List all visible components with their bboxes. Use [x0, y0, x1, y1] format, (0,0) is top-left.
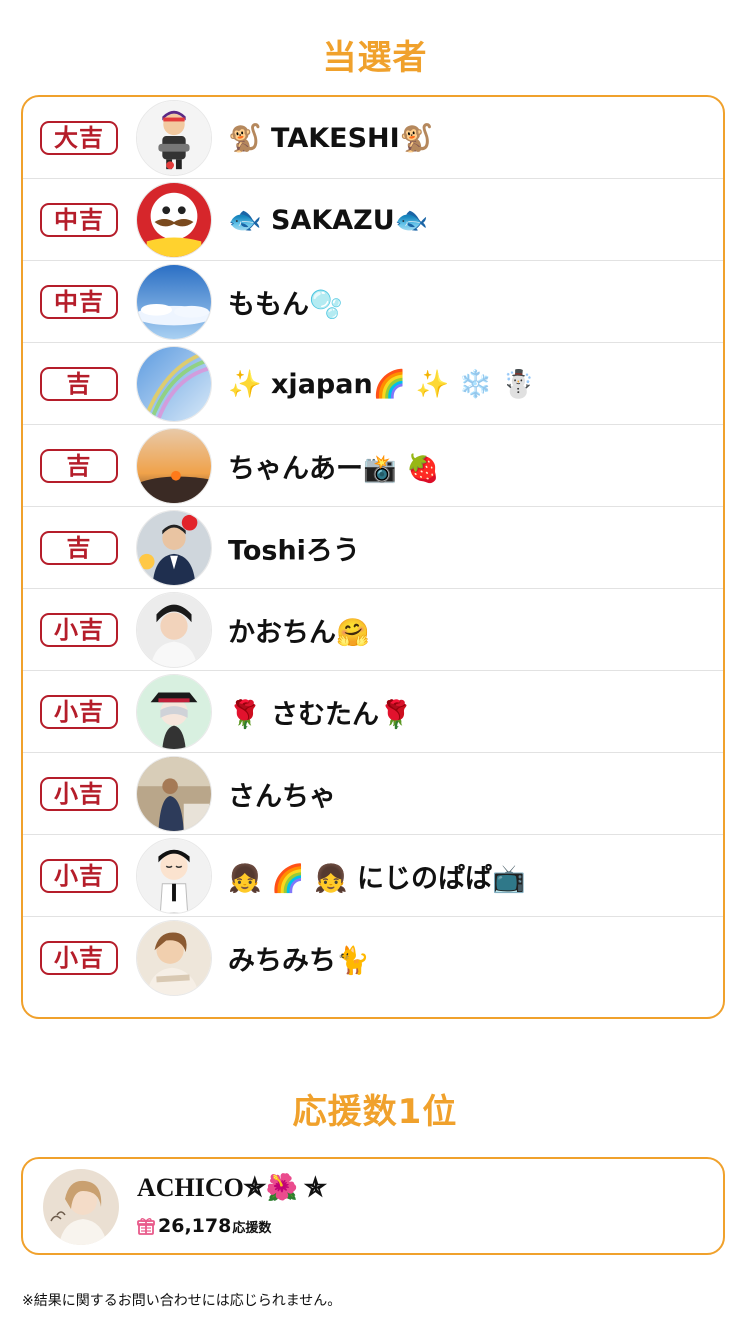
avatar[interactable] — [136, 509, 212, 586]
winner-name: みちみち🐈 — [228, 945, 370, 977]
winner-row[interactable]: 中吉 ももん🫧 — [23, 261, 723, 343]
winner-row[interactable]: 吉 Toshiろう — [23, 507, 723, 589]
rank-badge: 中吉 — [40, 284, 118, 319]
rank-badge: 中吉 — [40, 202, 118, 237]
winner-row[interactable]: 吉 ちゃんあー📸 🍓 — [23, 425, 723, 507]
winner-row[interactable]: 小吉 👧 🌈 👧 にじのぱぱ📺 — [23, 835, 723, 917]
support-count: 26,178 — [158, 1215, 232, 1237]
winner-name: 🐟 SAKAZU🐟 — [228, 204, 429, 236]
winner-name: 🌹 さむたん🌹 — [228, 699, 413, 730]
winner-name: ももん🫧 — [228, 289, 343, 320]
winner-row[interactable]: 小吉 さんちゃ — [23, 753, 723, 835]
support-unit: 応援数 — [232, 1220, 272, 1236]
winner-row[interactable]: 小吉 かおちん🤗 — [23, 589, 723, 671]
rank-badge: 小吉 — [40, 694, 118, 729]
rank-badge: 小吉 — [40, 941, 118, 975]
winner-name: 👧 🌈 👧 にじのぱぱ📺 — [228, 863, 526, 894]
avatar[interactable] — [136, 99, 212, 176]
gift-icon — [137, 1218, 155, 1235]
avatar[interactable] — [136, 345, 212, 422]
winner-name: 🐒 TAKESHI🐒 — [228, 122, 434, 154]
rank-badge: 吉 — [40, 448, 118, 483]
rank-badge: 小吉 — [40, 776, 118, 811]
avatar[interactable] — [136, 181, 212, 258]
winner-row[interactable]: 小吉 🌹 さむたん🌹 — [23, 671, 723, 753]
winner-name: ✨ xjapan🌈 ✨ ❄️ ☃️ — [228, 368, 536, 400]
winners-title: 当選者 — [322, 38, 428, 78]
rank-badge: 小吉 — [40, 612, 118, 647]
avatar[interactable] — [136, 427, 212, 504]
winners-list: 大吉 🐒 TAKESHI🐒 中吉 🐟 SAKAZU🐟 中吉 ももん🫧 吉 ✨ x… — [21, 95, 725, 1019]
support-count-row: 26,178 応援数 — [137, 1215, 271, 1237]
winner-name: かおちん🤗 — [228, 617, 370, 648]
winner-name: ちゃんあー📸 🍓 — [228, 453, 440, 484]
winner-row[interactable]: 大吉 🐒 TAKESHI🐒 — [23, 97, 723, 179]
rank-badge: 大吉 — [40, 120, 118, 155]
rank-badge: 吉 — [40, 366, 118, 401]
lottery-results-page: 当選者 大吉 🐒 TAKESHI🐒 中吉 🐟 SAKAZU🐟 中吉 ももん🫧 吉 — [0, 0, 750, 1334]
supporter-name: ACHICO✯🌺 ✯ — [137, 1173, 327, 1202]
winner-name: さんちゃ — [228, 781, 336, 812]
avatar[interactable] — [136, 755, 212, 832]
winner-row[interactable]: 吉 ✨ xjapan🌈 ✨ ❄️ ☃️ — [23, 343, 723, 425]
winner-name: Toshiろう — [228, 535, 360, 566]
avatar[interactable] — [136, 920, 212, 996]
avatar[interactable] — [136, 591, 212, 668]
avatar[interactable] — [136, 837, 212, 914]
winner-row[interactable]: 小吉 みちみち🐈 — [23, 917, 723, 999]
avatar[interactable] — [136, 673, 212, 750]
avatar[interactable] — [136, 263, 212, 340]
support-title: 応援数1位 — [292, 1092, 458, 1132]
disclaimer: ※結果に関するお問い合わせには応じられません。 — [22, 1293, 342, 1309]
avatar[interactable] — [43, 1169, 119, 1245]
winner-row[interactable]: 中吉 🐟 SAKAZU🐟 — [23, 179, 723, 261]
top-supporter-card[interactable]: ACHICO✯🌺 ✯ 26,178 応援数 — [21, 1157, 725, 1255]
rank-badge: 小吉 — [40, 858, 118, 893]
rank-badge: 吉 — [40, 530, 118, 565]
